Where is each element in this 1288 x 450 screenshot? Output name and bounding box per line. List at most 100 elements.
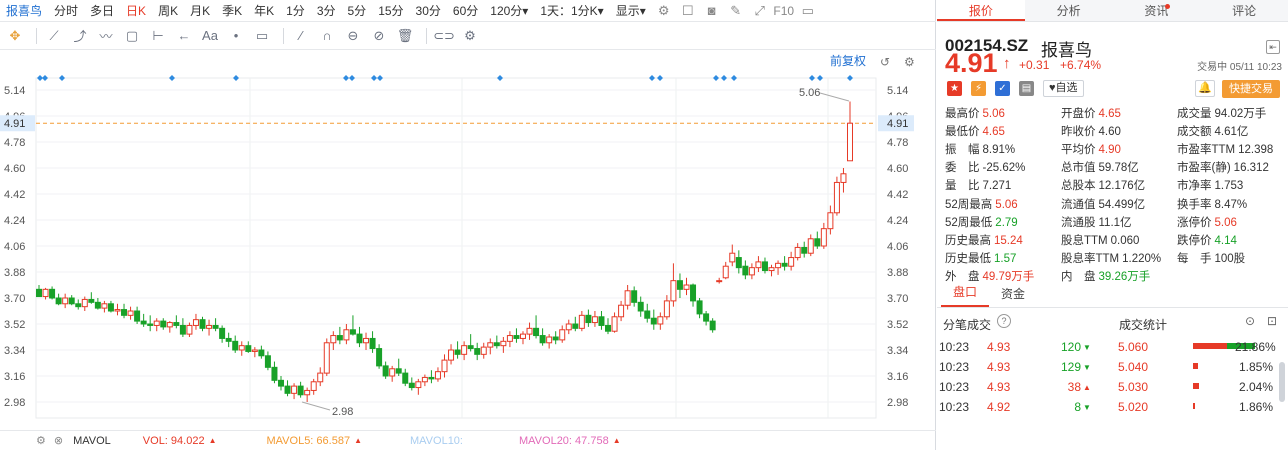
price-row: 4.91 ↑ +0.31 +6.74% 交易中 05/11 10:23: [937, 48, 1288, 78]
stat-key: 涨停价: [1177, 216, 1212, 229]
scrollbar[interactable]: [1279, 362, 1285, 402]
stock-app: 报喜鸟 分时 多日 日K 周K 月K 季K 年K 1分 3分 5分 15分 30分 60分 120分▾ 1天：…: [0, 0, 1288, 450]
stat-col2-2: 平均价 4.90: [1061, 141, 1121, 157]
undo-icon: ↺: [880, 55, 890, 69]
candle-body: [637, 301, 644, 312]
stat-key: 开盘价: [1061, 108, 1096, 120]
mavol20-label: MAVOL20: 47.758: [519, 434, 609, 447]
candle-body: [232, 340, 239, 351]
stat-value: 8.91%: [982, 144, 1016, 157]
stat-key: 换手率: [1177, 198, 1212, 211]
badge-icon-1[interactable]: ⚡: [971, 81, 986, 96]
stat-value: 59.78亿: [1098, 162, 1139, 175]
more-icon[interactable]: ⊙: [1245, 314, 1255, 328]
subtab-0[interactable]: 盘口: [941, 283, 990, 307]
chart-panel: 报喜鸟 分时 多日 日K 周K 月K 季K 年K 1分 3分 5分 15分 30分 60分 120分▾ 1天：…: [0, 0, 936, 450]
stat-value: 11.1亿: [1098, 216, 1132, 229]
candle-body: [42, 288, 49, 298]
candle-body: [415, 381, 422, 389]
tab-0[interactable]: 报价: [937, 0, 1025, 21]
indicator-name[interactable]: MAVOL: [73, 435, 111, 447]
event-marker-icon: [713, 75, 719, 81]
price-axis-left-label: 2.98: [4, 397, 25, 409]
candle-body: [140, 320, 147, 325]
stat-col2-0: 开盘价 4.65: [1061, 105, 1121, 121]
candle-body: [840, 173, 847, 183]
help-icon[interactable]: ?: [997, 314, 1011, 328]
stat-key: 成交额: [1177, 126, 1212, 139]
volume-share-bar: [1193, 363, 1198, 369]
current-price-tag-right-text: 4.91: [887, 118, 908, 130]
candle-body: [670, 280, 677, 302]
stat-value: 4.65: [1098, 108, 1121, 120]
candle-body: [199, 319, 206, 329]
candle-body: [369, 337, 376, 350]
price-axis-right-label: 3.52: [887, 319, 908, 331]
subtab-1[interactable]: 资金: [989, 285, 1037, 307]
stat-col1-2: 振 幅 8.91%: [945, 141, 1015, 157]
candle-body: [238, 345, 245, 351]
stat-value: 49.79万手: [982, 270, 1035, 283]
stat-key: 市盈率(静): [1177, 162, 1231, 175]
candle-body: [55, 297, 62, 305]
event-marker-icon: [731, 75, 737, 81]
stat-value: 1.220%: [1122, 252, 1162, 265]
candle-body: [363, 337, 370, 344]
stat-value: 12.176亿: [1098, 180, 1146, 193]
tab-3[interactable]: 评论: [1200, 0, 1288, 21]
price-axis-right-label: 3.88: [887, 267, 908, 279]
close-icon[interactable]: ⊗: [54, 434, 63, 447]
candle-body: [598, 316, 605, 326]
stat-price: 5.040: [1118, 360, 1149, 374]
stat-col1-4: 量 比 7.271: [945, 177, 1011, 193]
price-axis-left-label: 3.34: [4, 345, 25, 357]
trade-stats-title: 成交统计: [1119, 318, 1168, 332]
event-marker-icon: [649, 75, 655, 81]
stat-col2-4: 总股本 12.176亿: [1061, 177, 1145, 193]
triangle-up-icon: ▲: [1083, 383, 1091, 392]
badge-icon-0[interactable]: ★: [947, 81, 962, 96]
volume-share-bar: [1193, 403, 1195, 409]
badge-icon-3[interactable]: ▤: [1019, 81, 1034, 96]
tab-2[interactable]: 资讯: [1113, 0, 1201, 21]
tab-1[interactable]: 分析: [1025, 0, 1113, 21]
add-watchlist-button[interactable]: ♥自选: [1043, 80, 1084, 97]
candle-body: [631, 290, 638, 303]
badge-icon-2[interactable]: ✓: [995, 81, 1010, 96]
stat-price: 5.020: [1118, 400, 1149, 414]
candle-body: [121, 309, 128, 316]
price-axis-right-label: 4.06: [887, 241, 908, 253]
stat-key: 成交量: [1177, 108, 1212, 120]
price-axis-right-label: 4.24: [887, 215, 908, 227]
bell-icon[interactable]: 🔔: [1195, 80, 1215, 97]
candle-body: [742, 265, 749, 276]
candle-body: [94, 301, 101, 309]
price-axis-left-label: 3.52: [4, 319, 25, 331]
candle-body: [75, 303, 82, 308]
trade-time: 10:23: [939, 360, 970, 374]
stat-key: 最低价: [945, 126, 980, 139]
candle-body: [153, 320, 160, 326]
candle-body: [820, 228, 827, 247]
candle-body: [526, 327, 533, 335]
expand-icon[interactable]: ⊡: [1267, 314, 1277, 328]
quick-trade-button[interactable]: 快捷交易: [1222, 80, 1280, 98]
stat-key: 市盈率TTM: [1177, 144, 1236, 157]
gear-icon[interactable]: ⚙: [36, 434, 46, 447]
stat-key: 昨收价: [1061, 126, 1096, 139]
stat-key: 最高价: [945, 108, 980, 120]
candle-body: [68, 297, 75, 305]
stat-key: 52周最高: [945, 198, 993, 211]
stat-key: 市净率: [1177, 180, 1212, 193]
sub-tabs: 盘口 资金: [937, 280, 1288, 308]
candle-body: [788, 257, 795, 267]
stat-key: 流通股: [1061, 216, 1096, 229]
price-axis-left-label: 4.78: [4, 137, 25, 149]
stat-col2-7: 股息TTM 0.060: [1061, 232, 1139, 248]
candlestick-chart[interactable]: 5.145.144.964.964.784.784.604.604.424.42…: [0, 0, 936, 430]
trade-volume: 8: [1074, 400, 1081, 414]
stat-key: 内 盘: [1061, 270, 1096, 283]
candle-body: [62, 297, 69, 305]
stat-col2-1: 昨收价 4.60: [1061, 123, 1121, 139]
candle-body: [317, 372, 324, 383]
